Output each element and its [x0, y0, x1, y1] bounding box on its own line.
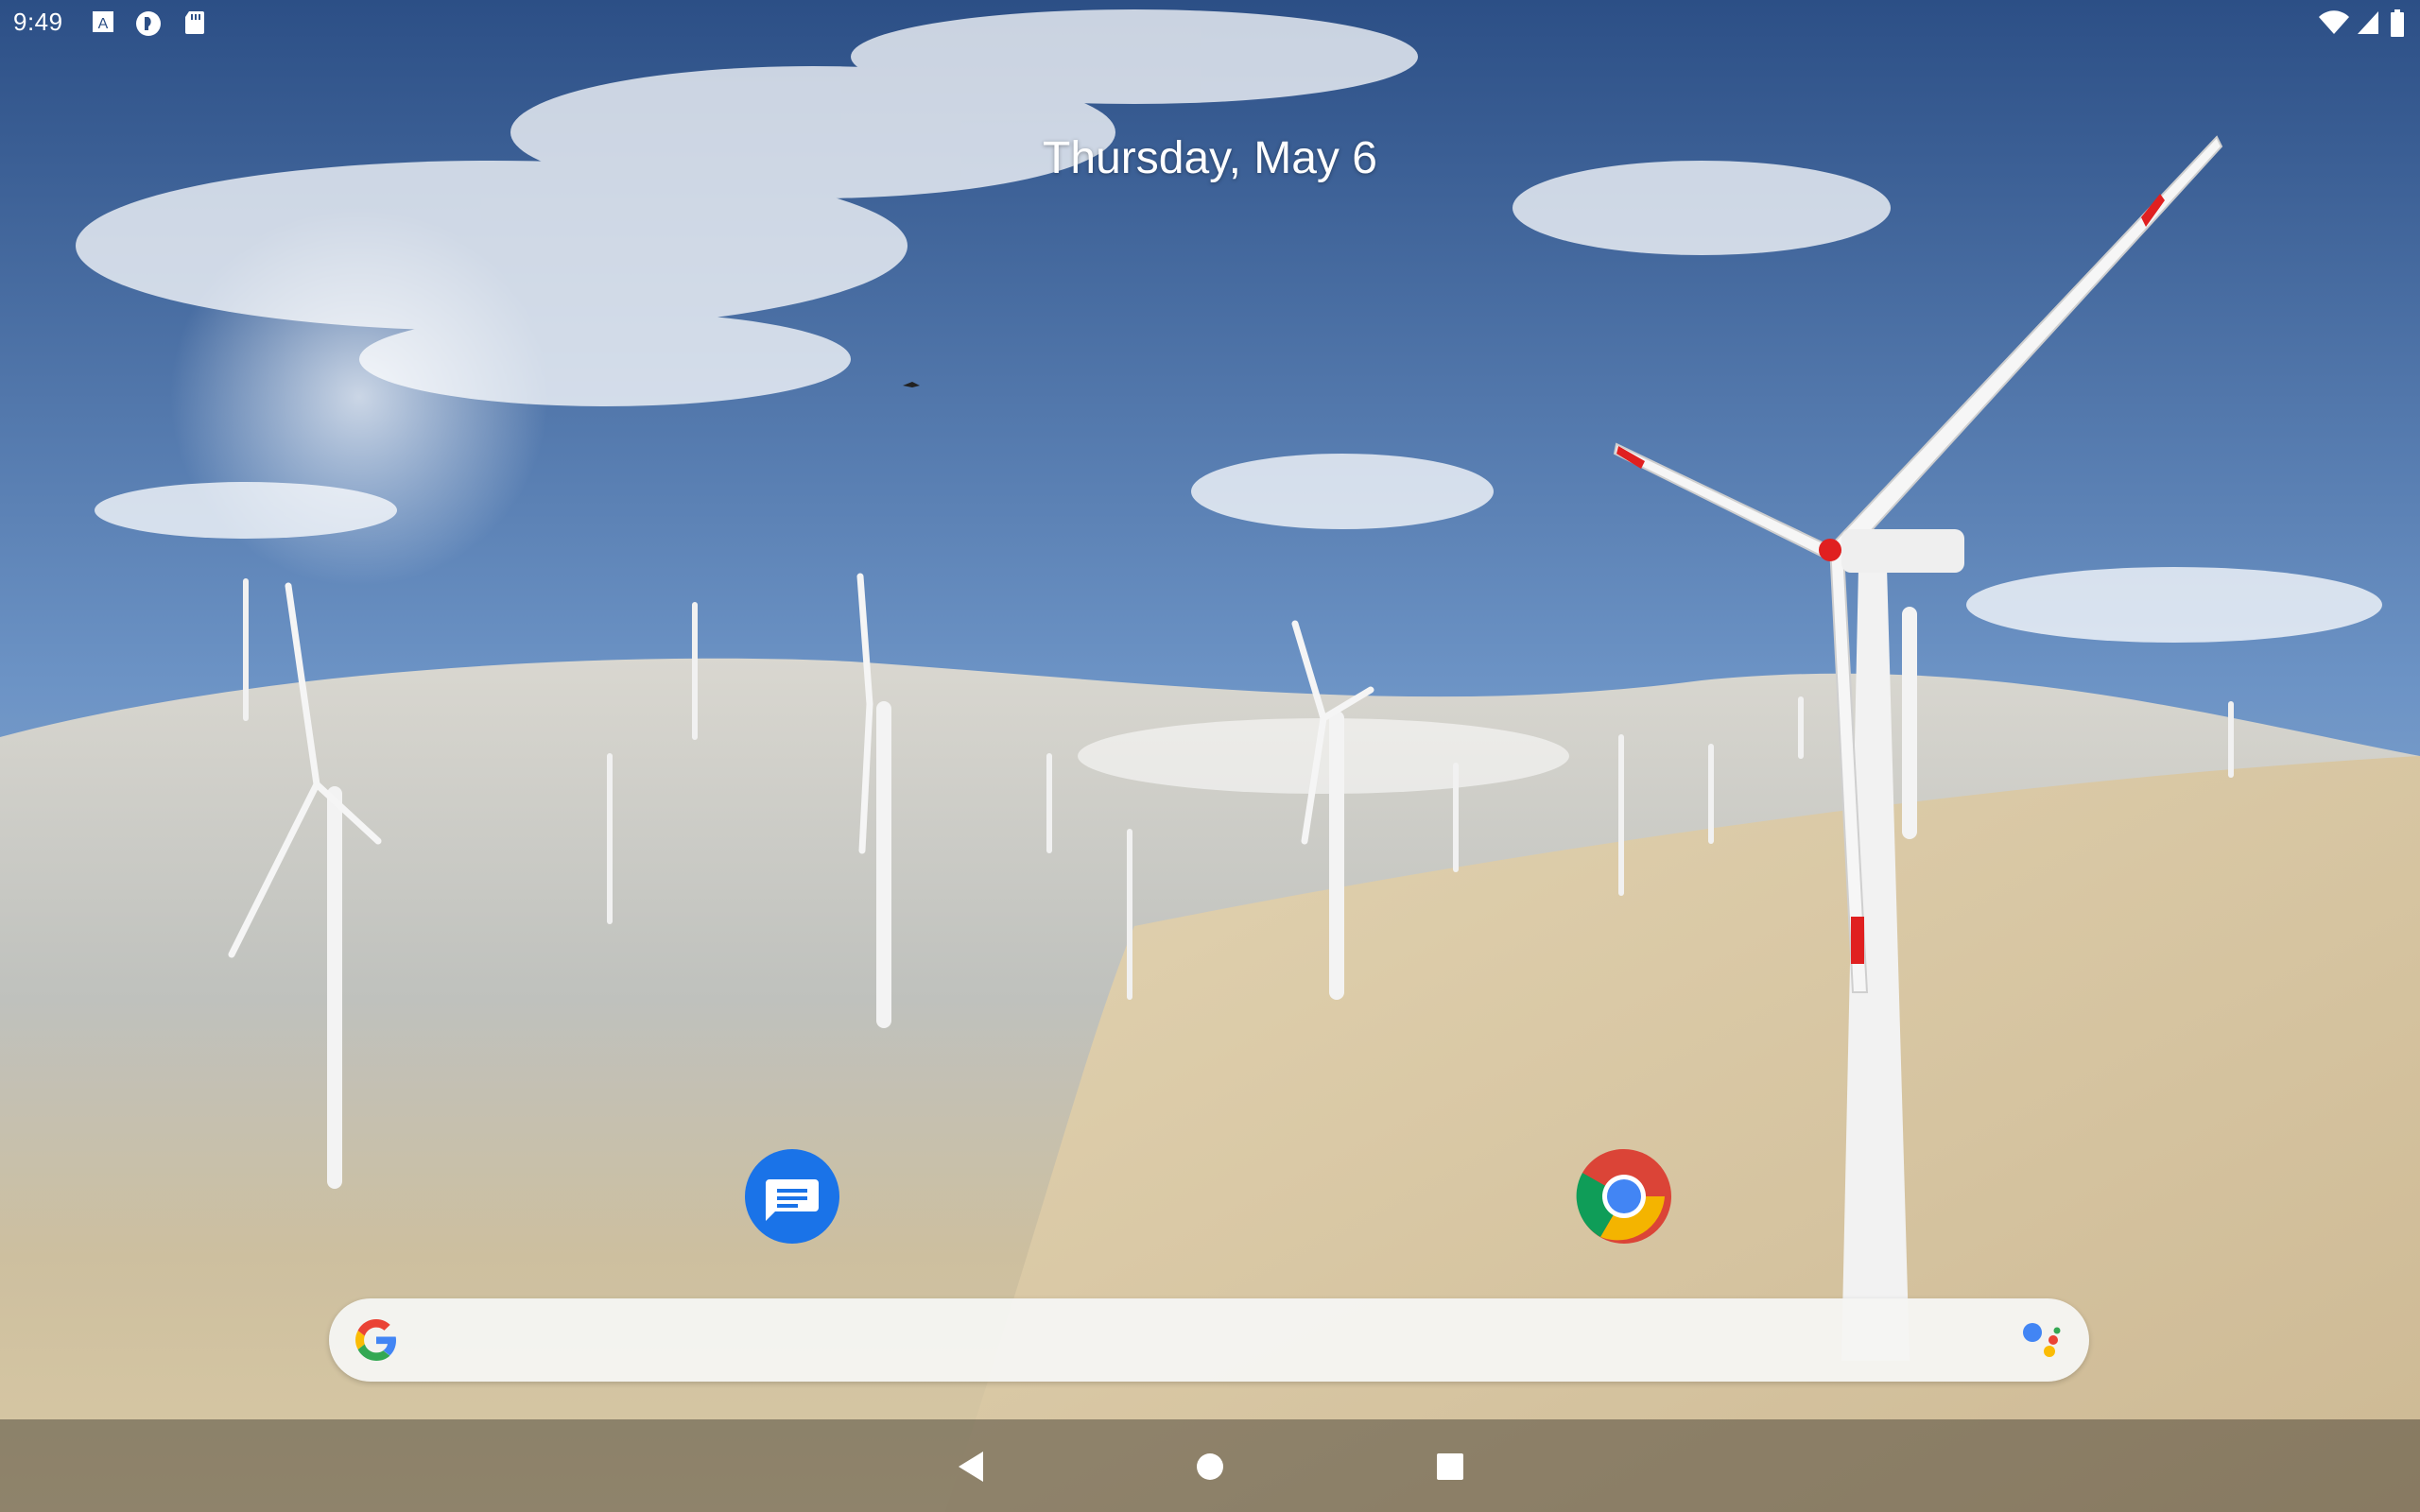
assistant-mic-icon[interactable] [2017, 1315, 2066, 1365]
messages-app-icon[interactable] [743, 1147, 841, 1246]
google-g-icon [352, 1315, 401, 1365]
chrome-app-icon[interactable] [1575, 1147, 1673, 1246]
navigation-bar [0, 1419, 2420, 1512]
wallpaper [0, 0, 2420, 1512]
status-bar: 9:49 A [0, 0, 2420, 45]
sd-card-icon [183, 9, 206, 41]
font-a-icon: A [91, 9, 115, 39]
date-widget[interactable]: Thursday, May 6 [908, 132, 1512, 184]
cell-signal-icon [2356, 9, 2380, 41]
back-icon[interactable] [945, 1440, 998, 1493]
recents-icon[interactable] [1424, 1440, 1477, 1493]
svg-text:A: A [98, 16, 109, 32]
home-icon[interactable] [1184, 1440, 1236, 1493]
circle-app-icon [134, 9, 163, 43]
status-time: 9:49 [13, 8, 63, 36]
google-search-bar[interactable] [329, 1298, 2089, 1382]
wifi-icon [2318, 9, 2350, 41]
battery-icon [2390, 9, 2405, 43]
